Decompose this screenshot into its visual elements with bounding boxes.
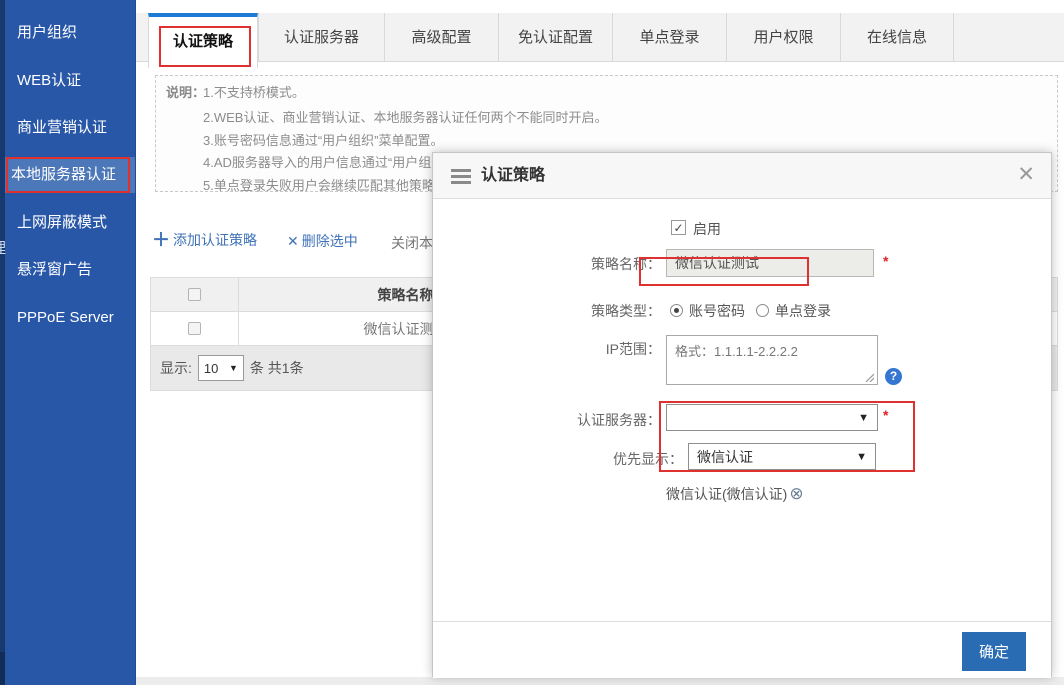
- ip-range-textarea[interactable]: [666, 335, 878, 385]
- page-size-select[interactable]: 10 ▼: [198, 355, 244, 381]
- enable-label: 启用: [693, 219, 721, 239]
- plus-icon: ＋: [152, 231, 170, 249]
- sidebar-item-label: 本地服务器认证: [11, 166, 116, 183]
- tab-label: 高级配置: [411, 29, 471, 46]
- select-all-checkbox[interactable]: [188, 288, 201, 301]
- sidebar-item-label: WEB认证: [17, 72, 81, 89]
- chevron-down-icon: ▼: [856, 451, 867, 463]
- sidebar-strip-segment: [0, 652, 5, 685]
- tab-label: 认证策略: [173, 33, 233, 50]
- check-icon: ✓: [673, 221, 683, 235]
- policy-name-input[interactable]: [666, 249, 874, 277]
- app-root: 理 用户组织 WEB认证 商业营销认证 本地服务器认证 上网屏蔽模式 悬浮窗广告…: [0, 0, 1064, 685]
- enable-checkbox[interactable]: ✓: [671, 220, 686, 235]
- help-icon[interactable]: ?: [885, 368, 902, 385]
- tab-label: 用户权限: [753, 29, 813, 46]
- tag-text: 微信认证(微信认证): [666, 484, 787, 504]
- sidebar-item-web-auth[interactable]: WEB认证: [5, 64, 136, 98]
- sidebar-item-label: 商业营销认证: [17, 119, 107, 136]
- auth-server-label: 认证服务器：: [529, 410, 661, 430]
- pagination-show-label: 显示:: [160, 358, 192, 378]
- notice-label: 说明：: [166, 82, 205, 101]
- add-policy-button[interactable]: ＋ 添加认证策略: [152, 230, 257, 250]
- page-size-value: 10: [204, 361, 218, 376]
- required-asterisk: *: [883, 253, 888, 269]
- ok-button[interactable]: 确定: [962, 632, 1026, 671]
- notice-line: 1.不支持桥模式。: [203, 82, 305, 101]
- tab-user-rights[interactable]: 用户权限: [726, 13, 840, 62]
- notice-line: 4.AD服务器导入的用户信息通过“用户组: [203, 152, 431, 171]
- sidebar-item-block-mode[interactable]: 上网屏蔽模式: [5, 206, 136, 240]
- page-bottom-strip: [136, 677, 1064, 685]
- row-checkbox-cell: [151, 312, 239, 345]
- sidebar-item-label: 上网屏蔽模式: [17, 214, 107, 231]
- sidebar-item-marketing-auth[interactable]: 商业营销认证: [5, 111, 136, 145]
- sidebar-item-local-server-auth[interactable]: 本地服务器认证: [5, 157, 136, 193]
- sidebar-item-label: 悬浮窗广告: [17, 261, 92, 278]
- dialog-footer: [433, 621, 1051, 678]
- policy-name-label: 策略名称：: [529, 254, 661, 274]
- radio-sso[interactable]: [756, 304, 769, 317]
- row-checkbox[interactable]: [188, 322, 201, 335]
- tab-auth-server[interactable]: 认证服务器: [258, 13, 384, 62]
- radio-sso-label: 单点登录: [775, 301, 831, 321]
- tab-label: 单点登录: [639, 29, 699, 46]
- notice-line: 2.WEB认证、商业营销认证、本地服务器认证任何两个不能同时开启。: [203, 107, 607, 126]
- auth-server-select[interactable]: ▼: [666, 404, 878, 431]
- ip-range-label: IP范围：: [529, 339, 661, 359]
- chevron-down-icon: ▼: [858, 412, 869, 424]
- notice-line: 5.单点登录失败用户会继续匹配其他策略: [203, 175, 435, 194]
- radio-account-password[interactable]: [670, 304, 683, 317]
- notice-line: 3.账号密码信息通过“用户组织”菜单配置。: [203, 130, 444, 149]
- tab-auth-policy-active[interactable]: 认证策略: [148, 13, 258, 68]
- sidebar-item-pppoe-server[interactable]: PPPoE Server: [5, 301, 136, 335]
- pagination-total-label: 条 共1条: [250, 358, 304, 378]
- sidebar-item-float-ad[interactable]: 悬浮窗广告: [5, 253, 136, 287]
- tab-no-auth[interactable]: 免认证配置: [498, 13, 612, 62]
- dialog-title: 认证策略: [481, 153, 545, 199]
- sidebar: 理 用户组织 WEB认证 商业营销认证 本地服务器认证 上网屏蔽模式 悬浮窗广告…: [0, 0, 136, 685]
- priority-display-label: 优先显示：: [551, 449, 683, 469]
- close-auth-label: 关闭本: [391, 235, 433, 251]
- tab-label: 免认证配置: [518, 29, 593, 46]
- policy-type-label: 策略类型：: [529, 301, 661, 321]
- tab-label: 在线信息: [867, 29, 927, 46]
- required-asterisk: *: [883, 407, 888, 423]
- close-icon[interactable]: ✕: [1017, 163, 1035, 187]
- tab-bar: 认证服务器 高级配置 免认证配置 单点登录 用户权限 在线信息: [136, 13, 1064, 62]
- tab-label: 认证服务器: [284, 29, 359, 46]
- close-auth-link[interactable]: 关闭本: [391, 233, 433, 253]
- selected-server-tag: 微信认证(微信认证) ⊗: [666, 484, 804, 504]
- delete-selected-label: 删除选中: [302, 231, 358, 251]
- tab-advanced[interactable]: 高级配置: [384, 13, 498, 62]
- sidebar-item-user-org[interactable]: 用户组织: [5, 16, 136, 50]
- sidebar-item-label: 用户组织: [17, 24, 77, 41]
- tab-sso[interactable]: 单点登录: [612, 13, 726, 62]
- chevron-down-icon: ▼: [229, 363, 238, 373]
- sidebar-item-label: PPPoE Server: [17, 309, 114, 326]
- menu-icon: [451, 169, 471, 184]
- add-policy-label: 添加认证策略: [173, 230, 257, 250]
- delete-icon: ✕: [287, 233, 299, 250]
- remove-tag-icon[interactable]: ⊗: [789, 486, 803, 502]
- tab-online-info[interactable]: 在线信息: [840, 13, 954, 62]
- sidebar-collapsed-strip: [0, 0, 5, 685]
- auth-policy-dialog: 认证策略 ✕ ✓ 启用 策略名称： * 策略类型： 账号密码 单点登录 IP范围…: [432, 152, 1052, 677]
- radio-account-password-label: 账号密码: [689, 301, 745, 321]
- dialog-header: 认证策略 ✕: [433, 153, 1051, 199]
- priority-display-value: 微信认证: [697, 447, 753, 467]
- delete-selected-button[interactable]: ✕ 删除选中: [287, 231, 358, 251]
- header-checkbox-cell: [151, 278, 239, 311]
- priority-display-select[interactable]: 微信认证 ▼: [688, 443, 876, 470]
